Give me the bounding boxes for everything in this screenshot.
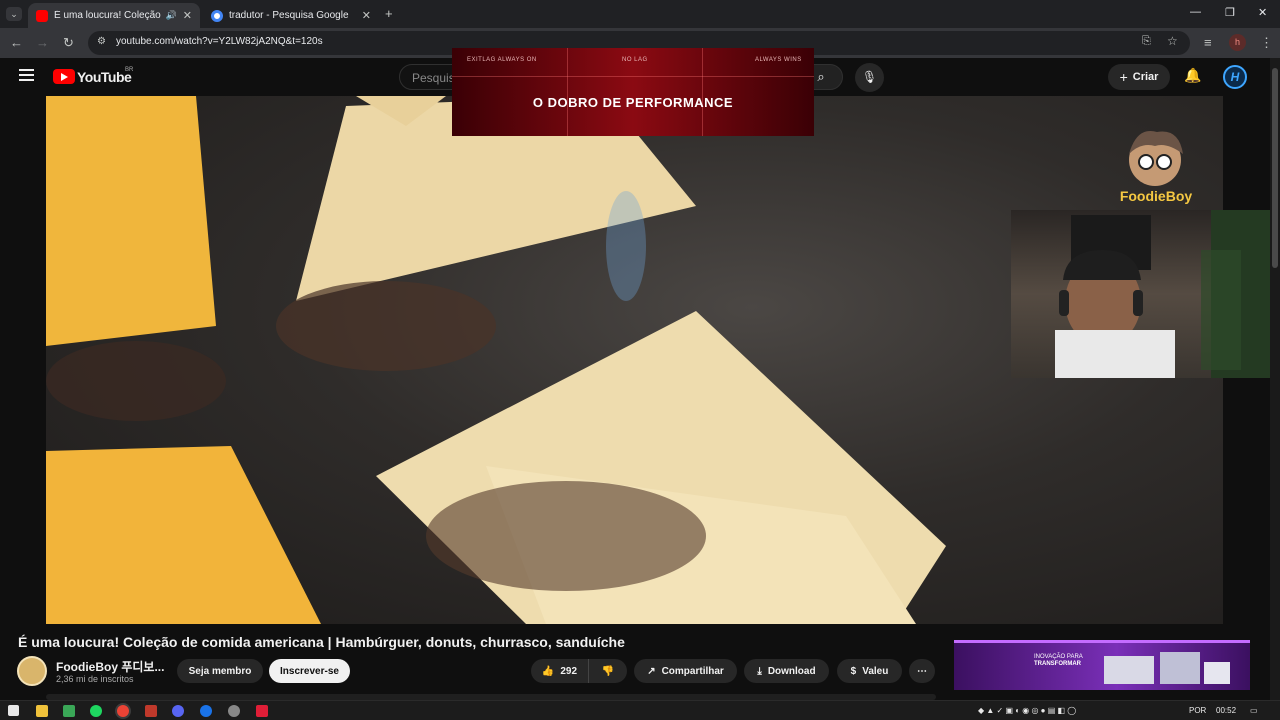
video-title: É uma loucura! Coleção de comida america… (18, 634, 625, 650)
windows-start-icon[interactable] (8, 705, 19, 716)
discord-icon[interactable] (172, 705, 184, 717)
obs-icon[interactable] (228, 705, 240, 717)
share-button[interactable]: ↗ Compartilhar (634, 659, 737, 683)
promo-devices-image (1104, 652, 1230, 684)
chrome-icon[interactable] (117, 705, 129, 717)
channel-name[interactable]: FoodieBoy 푸디보... (56, 658, 164, 675)
ad-top-right-text: ALWAYS WINS (755, 57, 802, 63)
like-button[interactable]: 👍 292 (531, 659, 589, 683)
tab-youtube-video[interactable]: É uma loucura! Coleção de 🔊 ✕ (28, 3, 200, 28)
account-avatar[interactable]: H (1223, 65, 1247, 89)
language-indicator[interactable]: POR (1189, 706, 1206, 715)
download-label: Download (767, 665, 816, 677)
page-scrollbar[interactable] (1270, 58, 1280, 700)
webcam-feed-image (1055, 210, 1280, 378)
back-icon[interactable]: ← (10, 35, 23, 50)
tray-icons[interactable]: ◆ ▲ ✓ ▣ ◐ ◉ ◎ ● ▤ ◧ ◯ (978, 706, 1076, 715)
hamburger-menu-icon[interactable] (19, 69, 34, 81)
media-app-icon[interactable] (145, 705, 157, 717)
close-tab-icon[interactable]: ✕ (183, 9, 192, 22)
media-controls-icon[interactable]: ≡ (1204, 35, 1212, 50)
ad-top-center-text: NO LAG (622, 57, 648, 63)
chrome-menu-icon[interactable]: ⋮ (1260, 35, 1273, 51)
site-info-icon[interactable]: ⚙ (97, 36, 106, 47)
like-count: 292 (560, 665, 578, 677)
create-button[interactable]: + Criar (1108, 64, 1170, 90)
ad-headline: O DOBRO DE PERFORMANCE (532, 95, 734, 110)
more-dots-icon: ⋯ (917, 665, 927, 677)
download-button[interactable]: ⤓ Download (744, 659, 829, 683)
thanks-label: Valeu (862, 665, 889, 677)
android-app-icon[interactable] (63, 705, 75, 717)
foodieboy-watermark: FoodieBoy (1117, 124, 1195, 210)
subscribe-label: Inscrever-se (280, 665, 339, 677)
reload-icon[interactable]: ↻ (63, 35, 74, 51)
scrollbar-thumb[interactable] (1272, 68, 1278, 268)
tab-title: tradutor - Pesquisa Google (229, 10, 349, 21)
channel-avatar[interactable] (17, 656, 47, 686)
streamer-webcam-overlay (1011, 210, 1280, 378)
promo-line-1: INOVAÇÃO PARA (1034, 654, 1083, 660)
region-code: BR (125, 67, 134, 73)
ad-top-left-text: EXITLAG ALWAYS ON (467, 57, 537, 63)
subscriber-count: 2,36 mi de inscritos (56, 674, 134, 684)
dislike-button[interactable]: 👎 (589, 659, 627, 683)
youtube-logo-text[interactable]: YouTube (77, 69, 132, 85)
exitlag-ad-overlay[interactable]: EXITLAG ALWAYS ON NO LAG ALWAYS WINS O D… (452, 48, 814, 136)
minimize-icon[interactable]: — (1190, 6, 1201, 18)
windows-taskbar: ◆ ▲ ✓ ▣ ◐ ◉ ◎ ● ▤ ◧ ◯ POR 00:52 ▭ (0, 700, 1280, 720)
youtube-logo-icon[interactable] (53, 69, 75, 84)
tab-google-search[interactable]: tradutor - Pesquisa Google ✕ (203, 3, 379, 28)
foodieboy-watermark-text: FoodieBoy (1119, 188, 1193, 204)
more-actions-button[interactable]: ⋯ (909, 659, 935, 683)
tab-title: É uma loucura! Coleção de (54, 10, 162, 21)
subscribe-button[interactable]: Inscrever-se (269, 659, 350, 683)
youtube-favicon-icon (36, 9, 48, 22)
sponsored-promo-card[interactable]: INOVAÇÃO PARA TRANSFORMAR (954, 640, 1250, 690)
url-text[interactable]: youtube.com/watch?v=Y2LW82jA2NQ&t=120s (116, 36, 323, 47)
maximize-icon[interactable]: ❐ (1225, 6, 1235, 19)
download-icon: ⤓ (757, 665, 762, 677)
browser-tab-strip: ⌄ É uma loucura! Coleção de 🔊 ✕ tradutor… (0, 0, 1280, 28)
share-arrow-icon: ↗ (647, 665, 656, 677)
notifications-bell-icon[interactable]: 🔔 (1184, 67, 1201, 84)
profile-avatar[interactable]: h (1229, 34, 1246, 51)
plus-icon: + (1119, 69, 1128, 85)
microphone-icon: 🎙 (861, 70, 878, 84)
thumbs-up-icon: 👍 (541, 665, 555, 677)
close-window-icon[interactable]: ✕ (1258, 6, 1267, 19)
spotify-icon[interactable] (90, 705, 102, 717)
tab-search-chevron-icon[interactable]: ⌄ (6, 7, 22, 21)
thanks-button[interactable]: $ Valeu (837, 659, 902, 683)
create-label: Criar (1132, 71, 1159, 83)
share-label: Compartilhar (661, 665, 724, 677)
file-explorer-icon[interactable] (36, 705, 48, 717)
promo-line-2: TRANSFORMAR (1034, 661, 1081, 667)
voice-search-button[interactable]: 🎙 (855, 63, 884, 92)
notification-center-icon[interactable]: ▭ (1250, 706, 1258, 715)
clock[interactable]: 00:52 (1216, 706, 1236, 715)
install-app-icon[interactable]: ⎘ (1142, 35, 1151, 48)
thumbs-down-icon: 👎 (601, 665, 615, 677)
join-label: Seja membro (188, 665, 252, 677)
forward-icon[interactable]: → (36, 35, 49, 50)
audio-playing-icon[interactable]: 🔊 (166, 10, 177, 21)
google-favicon-icon (211, 9, 223, 22)
new-tab-icon[interactable]: + (385, 6, 393, 21)
join-button[interactable]: Seja membro (177, 659, 263, 683)
search-icon: ⌕ (817, 69, 825, 84)
capcut-icon[interactable] (256, 705, 268, 717)
browser-app-icon[interactable] (200, 705, 212, 717)
close-tab-icon[interactable]: ✕ (362, 9, 371, 22)
bookmark-star-icon[interactable]: ☆ (1167, 34, 1178, 48)
super-thanks-icon: $ (850, 665, 857, 677)
